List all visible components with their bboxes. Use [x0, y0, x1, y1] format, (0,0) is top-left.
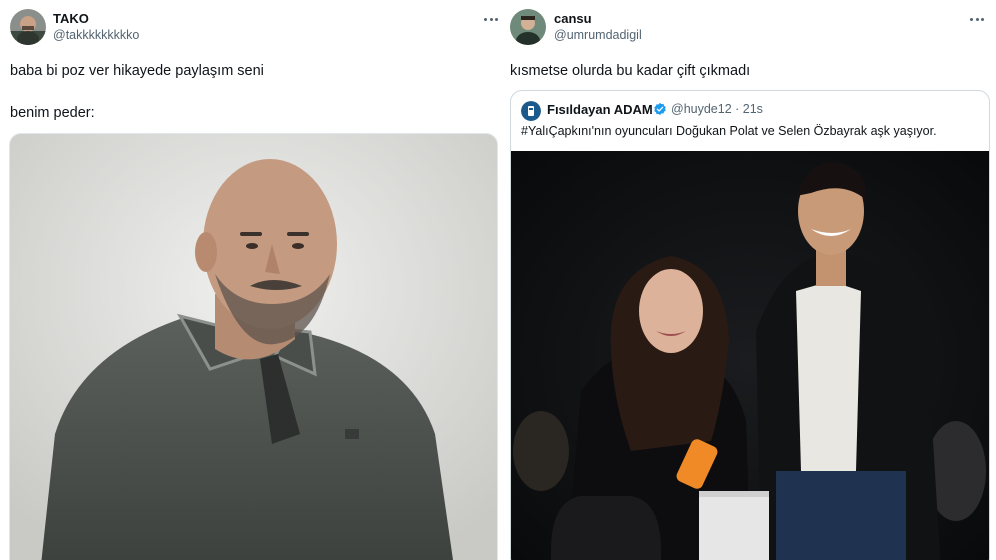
author-name[interactable]: cansu	[554, 11, 592, 26]
author-name[interactable]: TAKO	[53, 11, 89, 26]
quoted-photo[interactable]	[511, 151, 989, 560]
more-dots-icon[interactable]	[480, 12, 502, 26]
quoted-tweet[interactable]: Fısıldayan ADAM @huyde12 · 21s #YalıÇapk…	[510, 90, 990, 560]
tweet-text-line-2: benim peder:	[10, 105, 95, 121]
author-handle[interactable]: @umrumdadigil	[554, 28, 642, 42]
tweet-text: kısmetse olurda bu kadar çift çıkmadı	[510, 63, 751, 79]
quoted-author-name[interactable]: Fısıldayan ADAM	[547, 102, 653, 117]
separator-dot: ·	[735, 102, 743, 116]
avatar[interactable]	[510, 9, 546, 45]
author-handle[interactable]: @takkkkkkkkko	[53, 28, 139, 42]
avatar[interactable]	[10, 9, 46, 45]
tweet-text-line-1: baba bi poz ver hikayede paylaşım seni	[10, 63, 264, 79]
tweet-cansu[interactable]: cansu @umrumdadigil kısmetse olurda bu k…	[506, 0, 996, 560]
quoted-meta[interactable]: @huyde12 · 21s	[671, 102, 763, 116]
tweet-photo[interactable]	[9, 133, 498, 560]
quoted-author-handle[interactable]: @huyde12	[671, 102, 732, 116]
tweet-tako[interactable]: TAKO @takkkkkkkkko baba bi poz ver hikay…	[0, 0, 506, 560]
quoted-timestamp[interactable]: 21s	[743, 102, 763, 116]
verified-badge-icon	[653, 102, 667, 116]
more-dots-icon[interactable]	[966, 12, 988, 26]
quoted-text: #YalıÇapkını'nın oyuncuları Doğukan Pola…	[521, 124, 937, 138]
quoted-avatar[interactable]	[521, 101, 541, 121]
